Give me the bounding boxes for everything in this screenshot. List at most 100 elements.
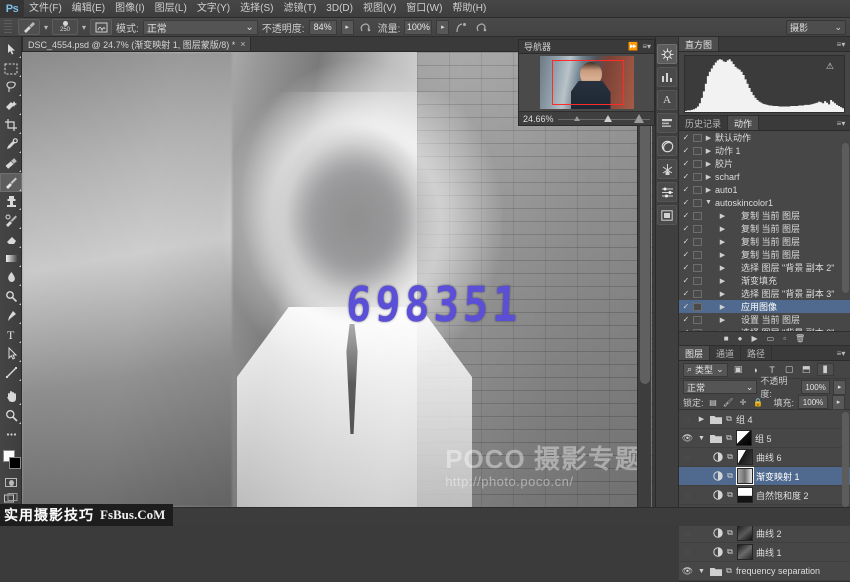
airbrush-toggle-icon[interactable] [453, 19, 469, 35]
eye-icon[interactable]: ◌ [681, 452, 694, 462]
brush-panel-toggle-icon[interactable] [90, 19, 112, 35]
menu-filter[interactable]: 滤镜(T) [279, 0, 322, 18]
zoom-out-icon[interactable] [574, 116, 580, 121]
tab-actions[interactable]: 动作 [728, 116, 759, 130]
action-row[interactable]: ✓▶复制 当前 图层 [679, 248, 850, 261]
chevron-right-icon[interactable]: ▶ [718, 251, 727, 259]
dialog-toggle-box[interactable] [693, 160, 702, 168]
action-row[interactable]: ✓▶应用图像 [679, 300, 850, 313]
chevron-right-icon[interactable]: ▶ [704, 186, 713, 194]
check-icon[interactable]: ✓ [681, 172, 691, 181]
menu-edit[interactable]: 编辑(E) [67, 0, 110, 18]
eye-icon[interactable]: ◌ [681, 414, 694, 424]
paragraph-rail-icon[interactable] [657, 113, 677, 133]
lock-all-icon[interactable]: 🔒 [753, 397, 764, 408]
tab-histogram[interactable]: 直方图 [679, 37, 719, 51]
brush-size-preview[interactable]: 250 [52, 19, 78, 35]
history-brush-tool[interactable] [0, 211, 22, 230]
menu-select[interactable]: 选择(S) [235, 0, 278, 18]
layer-fill-slider-button[interactable]: ▸ [832, 395, 845, 410]
layer-row[interactable]: ◌⧉曲线 2 [679, 524, 850, 543]
menu-help[interactable]: 帮助(H) [447, 0, 491, 18]
action-row[interactable]: ✓▶复制 当前 图层 [679, 209, 850, 222]
layer-mask-thumbnail[interactable] [736, 430, 752, 446]
eye-icon[interactable]: ◌ [681, 471, 694, 481]
tab-history[interactable]: 历史记录 [679, 116, 728, 130]
options-bar-grip[interactable] [4, 20, 12, 35]
adjustment-icon[interactable] [712, 471, 723, 482]
check-icon[interactable]: ✓ [681, 250, 691, 259]
layer-mask-thumbnail[interactable] [737, 468, 753, 484]
layer-link-icon[interactable]: ⧉ [725, 433, 733, 443]
chevron-down-icon[interactable]: ▼ [697, 568, 706, 575]
navigator-zoom-value[interactable]: 24.66% [523, 114, 554, 124]
layer-row[interactable]: ◌⧉自然饱和度 2 [679, 486, 850, 505]
navigator-view-box[interactable] [552, 60, 624, 105]
brush-size-caret-icon[interactable]: ▾ [82, 23, 86, 32]
eraser-tool[interactable] [0, 230, 22, 249]
panel-menu-icon[interactable]: ≡▾ [835, 119, 847, 128]
check-icon[interactable]: ✓ [681, 198, 691, 207]
brush-caret-icon[interactable]: ▾ [44, 23, 48, 32]
menu-image[interactable]: 图像(I) [110, 0, 149, 18]
background-color-swatch[interactable] [9, 457, 21, 469]
marquee-tool[interactable] [0, 59, 22, 78]
tab-channels[interactable]: 通道 [710, 346, 741, 360]
dialog-toggle-box[interactable] [693, 147, 702, 155]
check-icon[interactable]: ✓ [681, 263, 691, 272]
chevron-right-icon[interactable]: ▶ [718, 212, 727, 220]
healing-brush-tool[interactable] [0, 154, 22, 173]
check-icon[interactable]: ✓ [681, 302, 691, 311]
check-icon[interactable]: ✓ [681, 211, 691, 220]
flow-input[interactable]: 100% [404, 20, 432, 35]
eye-icon[interactable]: 👁 [681, 433, 694, 444]
brush-tool-icon[interactable] [18, 19, 40, 35]
menu-window[interactable]: 窗口(W) [401, 0, 447, 18]
chevron-down-icon[interactable]: ▼ [704, 199, 713, 206]
collapse-icon[interactable]: ⏩ [628, 42, 638, 51]
hand-tool[interactable] [0, 387, 22, 406]
zoom-slider-handle[interactable] [604, 115, 612, 122]
layer-mask-thumbnail[interactable] [737, 525, 753, 541]
blend-mode-select[interactable]: 正常 ⌄ [143, 20, 258, 35]
dialog-toggle-box[interactable] [693, 186, 702, 194]
eye-icon[interactable]: 👁 [681, 566, 694, 577]
adjustment-icon[interactable] [712, 547, 723, 558]
layer-mask-thumbnail[interactable] [737, 544, 753, 560]
dialog-toggle-box[interactable] [693, 238, 702, 246]
dialog-toggle-box[interactable] [693, 290, 702, 298]
menu-file[interactable]: 文件(F) [24, 0, 67, 18]
action-row[interactable]: ✓▶渐变填充 [679, 274, 850, 287]
menu-3d[interactable]: 3D(D) [321, 0, 358, 18]
document-tab[interactable]: DSC_4554.psd @ 24.7% (渐变映射 1, 图层蒙版/8) * … [22, 36, 251, 51]
move-tool[interactable] [0, 40, 22, 59]
color-wheel-rail-icon[interactable] [657, 136, 677, 156]
type-tool[interactable]: T [0, 325, 22, 344]
action-row[interactable]: ✓▼autoskincolor1 [679, 196, 850, 209]
layer-fill-input[interactable]: 100% [798, 395, 828, 409]
quick-mask-toggle[interactable] [0, 474, 22, 490]
properties-rail-icon[interactable] [657, 205, 677, 225]
layer-filter-kind-select[interactable]: ⌕ 类型 ⌄ [683, 363, 728, 377]
dialog-toggle-box[interactable] [693, 264, 702, 272]
layers-scroll-thumb[interactable] [842, 412, 849, 507]
opacity-slider-button[interactable]: ▸ [341, 20, 354, 35]
dialog-toggle-box[interactable] [693, 225, 702, 233]
panel-menu-icon[interactable]: ≡▾ [642, 42, 651, 51]
check-icon[interactable]: ✓ [681, 224, 691, 233]
menu-layer[interactable]: 图层(L) [150, 0, 192, 18]
chevron-right-icon[interactable]: ▶ [718, 264, 727, 272]
lasso-tool[interactable] [0, 78, 22, 97]
chevron-right-icon[interactable]: ▶ [718, 225, 727, 233]
new-action-icon[interactable]: ▫ [783, 334, 786, 343]
tablet-pressure-icon[interactable] [473, 19, 489, 35]
tab-layers[interactable]: 图层 [679, 346, 710, 360]
action-row[interactable]: ✓▶复制 当前 图层 [679, 222, 850, 235]
layer-link-icon[interactable]: ⧉ [726, 471, 734, 481]
action-row[interactable]: ✓▶胶片 [679, 157, 850, 170]
action-row[interactable]: ✓▶scharf [679, 170, 850, 183]
zoom-in-icon[interactable] [634, 114, 644, 123]
layer-row[interactable]: ◌⧉渐变映射 1 [679, 467, 850, 486]
close-icon[interactable]: × [240, 39, 245, 49]
layer-link-icon[interactable]: ⧉ [726, 528, 734, 538]
